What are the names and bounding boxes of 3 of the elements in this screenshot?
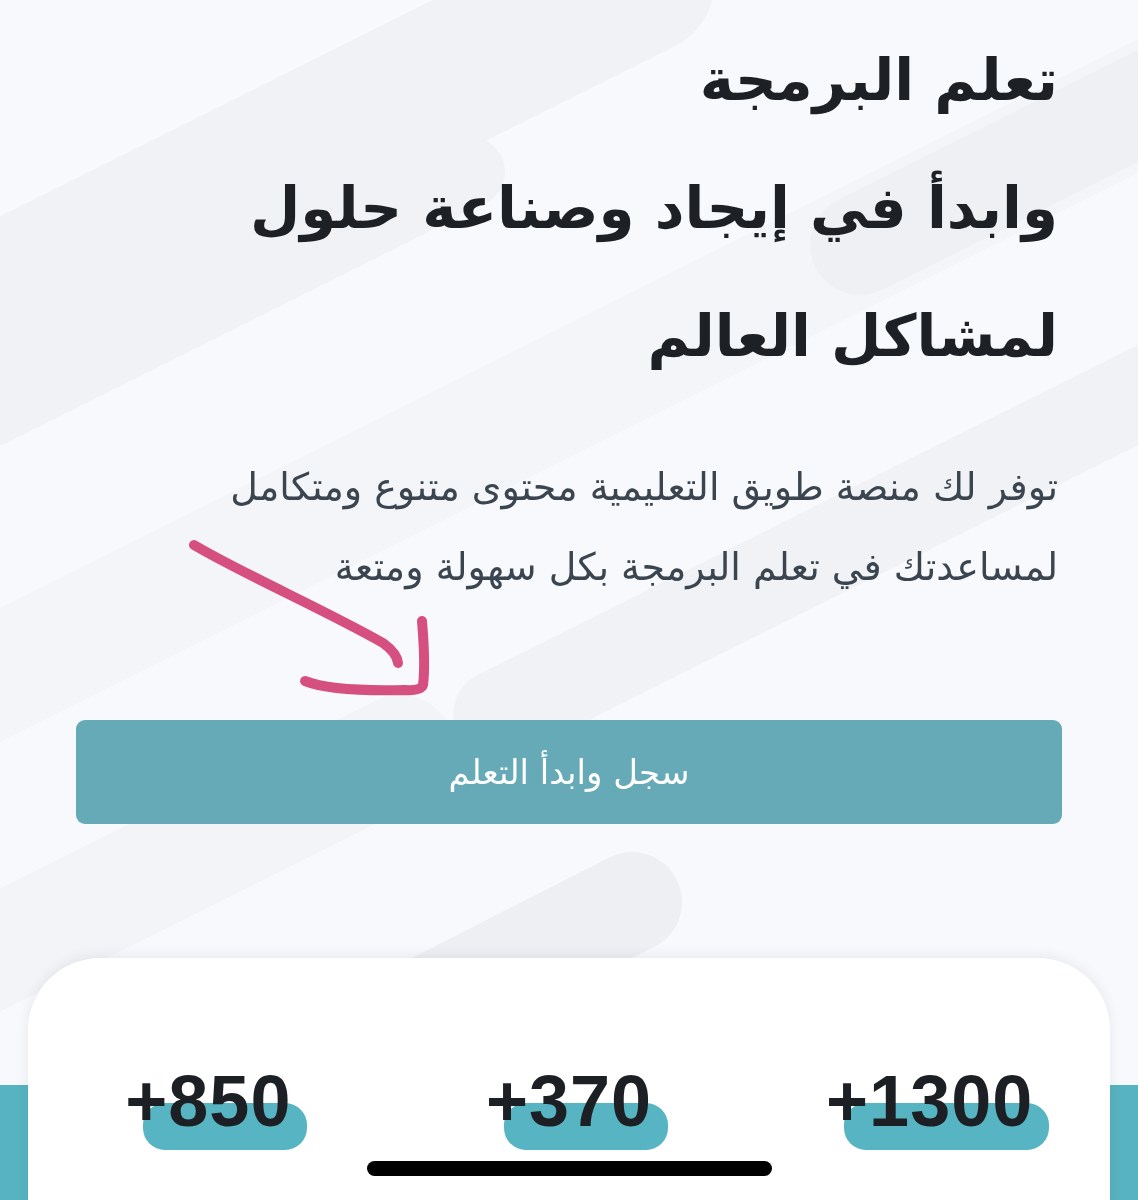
signup-button[interactable]: سجل وابدأ التعلم <box>76 720 1062 824</box>
hero-description: توفر لك منصة طويق التعليمية محتوى متنوع ومتكامل لمساعدتك في تعلم البرمجة بكل سهولة ومتعة <box>230 464 1058 592</box>
hero-heading: تعلم البرمجة وابدأ في إيجاد وصناعة حلول لمشاكل العالم <box>249 45 1058 372</box>
